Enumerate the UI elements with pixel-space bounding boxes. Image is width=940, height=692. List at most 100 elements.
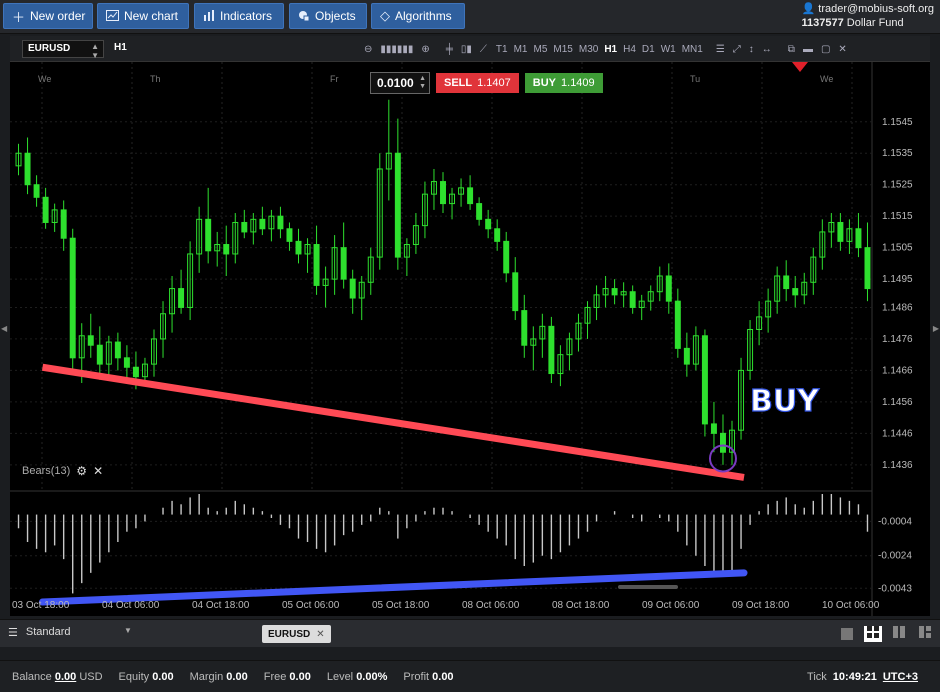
price-tick-label: 1.1456 — [882, 397, 913, 408]
left-panel-arrow-icon[interactable]: ◀ — [1, 324, 7, 333]
horizontal-scale-icon[interactable]: ↔ — [758, 44, 776, 55]
timeframe-m1[interactable]: M1 — [511, 44, 531, 55]
candle-body — [665, 275, 672, 302]
x-tick-label: 08 Oct 06:00 — [462, 600, 520, 611]
price-tick-label: 1.1476 — [882, 334, 913, 345]
symbol-value: EURUSD — [28, 43, 71, 54]
zoom-in-icon[interactable]: ⊕ — [417, 44, 433, 55]
sell-button[interactable]: SELL 1.1407 — [436, 73, 519, 93]
objects-icon — [298, 9, 310, 24]
timeframe-m30[interactable]: M30 — [576, 44, 601, 55]
price-tick-label: 1.1525 — [882, 180, 913, 191]
x-tick-label: 04 Oct 18:00 — [192, 600, 250, 611]
candle-body — [485, 218, 492, 230]
zoom-slider[interactable]: ▮▮▮▮▮▮ — [376, 44, 417, 55]
layout-grid-button[interactable] — [864, 626, 882, 642]
zoom-out-icon[interactable]: ⊖ — [360, 44, 376, 55]
chart-header: EURUSD ▲ ▼ H1 ⊖ ▮▮▮▮▮▮ ⊕ ╪ ▯▮ ⟋ T1 M1 M5 M15… — [10, 36, 930, 62]
candle-type-icon[interactable]: ▯▮ — [457, 44, 476, 55]
buy-label: BUY — [532, 77, 557, 89]
candle-body — [60, 209, 67, 239]
equity-value: 0.00 — [152, 671, 174, 683]
lot-size-input[interactable]: 0.0100 ▲ ▼ — [370, 72, 430, 94]
candle-body — [548, 325, 555, 375]
candle-body — [512, 272, 519, 312]
right-panel-arrow-icon[interactable]: ▶ — [933, 324, 939, 333]
balance-label: Balance — [12, 671, 52, 683]
tick-time: 10:49:21 — [832, 671, 877, 683]
sell-label: SELL — [444, 77, 473, 89]
buy-button[interactable]: BUY 1.1409 — [524, 73, 603, 93]
timeframe-h4[interactable]: H4 — [620, 44, 639, 55]
menu-icon[interactable]: ☰ — [712, 44, 729, 55]
day-label: We — [38, 74, 51, 84]
candles — [15, 99, 871, 465]
workspace-select[interactable]: ☰ Standard ▼ — [8, 626, 138, 639]
day-label: We — [820, 74, 833, 84]
layout-single-button[interactable] — [838, 626, 856, 642]
price-chart[interactable]: 03 Oct 18:00 04 Oct 06:00 04 Oct 18:00 05 O… — [10, 62, 930, 616]
crosshair-icon[interactable]: ⤢ — [729, 44, 745, 55]
timezone-select[interactable]: UTC+3 — [883, 671, 918, 683]
new-chart-button[interactable]: New chart — [97, 3, 189, 29]
gear-icon[interactable]: ⚙ — [76, 464, 87, 478]
workspace-value: Standard — [25, 626, 71, 638]
algorithms-button[interactable]: ◇ Algorithms — [371, 3, 465, 29]
x-tick-label: 03 Oct 18:00 — [12, 600, 70, 611]
day-label: Th — [150, 74, 161, 84]
timeframe-label: H1 — [114, 42, 127, 53]
timeframe-w1[interactable]: W1 — [658, 44, 679, 55]
new-order-button[interactable]: ＋ New order — [3, 3, 93, 29]
tab-eurusd[interactable]: EURUSD ✕ — [262, 625, 331, 643]
detach-icon[interactable]: ⧉ — [784, 44, 799, 55]
layout-split-button[interactable] — [916, 626, 934, 642]
account-metrics: Balance 0.00 USD Equity 0.00 Margin 0.00… — [12, 671, 454, 683]
price-tick-label: 1.1466 — [882, 365, 913, 376]
timeframe-mn1[interactable]: MN1 — [679, 44, 706, 55]
close-icon[interactable]: ✕ — [93, 464, 103, 478]
candle-body — [864, 247, 871, 290]
objects-button[interactable]: Objects — [289, 3, 367, 29]
close-tab-icon[interactable]: ✕ — [316, 629, 324, 640]
indicators-button[interactable]: Indicators — [194, 3, 284, 29]
timeframe-m5[interactable]: M5 — [531, 44, 551, 55]
indicators-label: Indicators — [220, 9, 273, 23]
grid-layout-icon — [867, 625, 879, 643]
single-layout-icon — [841, 628, 853, 640]
maximize-icon[interactable]: ▢ — [817, 44, 834, 55]
candle-body — [394, 152, 401, 258]
price-tick-label: 1.1436 — [882, 460, 913, 471]
close-icon[interactable]: ✕ — [834, 44, 850, 55]
bar-type-icon[interactable]: ╪ — [442, 44, 457, 55]
tick-info: Tick 10:49:21 UTC+3 — [807, 671, 918, 683]
spinner-icon: ▲ ▼ — [91, 42, 99, 60]
candle-body — [494, 228, 501, 242]
one-click-trade: 0.0100 ▲ ▼ SELL 1.1407 BUY 1.1409 — [370, 72, 603, 94]
timeframe-m15[interactable]: M15 — [550, 44, 575, 55]
candle-body — [611, 288, 618, 296]
line-type-icon[interactable]: ⟋ — [476, 44, 491, 55]
indicator-tick-label: -0.0043 — [878, 583, 912, 594]
account-fund: Dollar Fund — [846, 17, 904, 29]
vertical-scale-icon[interactable]: ↕ — [745, 44, 758, 55]
candle-body — [792, 288, 799, 296]
candle-body — [24, 152, 31, 186]
candle-body — [178, 288, 185, 308]
candle-body — [123, 357, 130, 368]
spinner-icon: ▲ ▼ — [419, 75, 426, 90]
timeframe-d1[interactable]: D1 — [639, 44, 658, 55]
indicator-label: Bears(13) ⚙ ✕ — [22, 464, 103, 478]
indicator-tick-label: -0.0004 — [878, 516, 912, 527]
account-info[interactable]: 👤 trader@mobius-soft.org 1137577 Dollar … — [802, 2, 934, 30]
timeframe-h1[interactable]: H1 — [601, 44, 620, 55]
margin-value: 0.00 — [226, 671, 248, 683]
timeframe-t1[interactable]: T1 — [493, 44, 511, 55]
lot-size-value: 0.0100 — [377, 76, 414, 90]
symbol-select[interactable]: EURUSD ▲ ▼ — [22, 40, 104, 60]
price-tick-label: 1.1495 — [882, 274, 913, 285]
layout-columns-button[interactable] — [890, 626, 908, 642]
candle-body — [42, 196, 49, 223]
minimize-icon[interactable]: ▬ — [799, 44, 817, 55]
menu-icon: ☰ — [8, 627, 18, 639]
account-user: trader@mobius-soft.org — [818, 3, 934, 15]
